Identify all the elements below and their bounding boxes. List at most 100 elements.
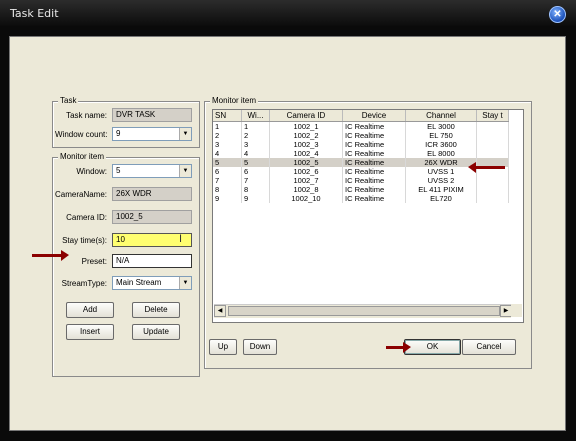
table-row[interactable]: 3 3 1002_3 IC Realtime ICR 3600 [213, 140, 509, 149]
column-header-sn[interactable]: SN [213, 110, 242, 122]
window-title: Task Edit [10, 7, 59, 20]
title-bar: Task Edit ✕ [0, 0, 576, 26]
stream-type-label: StreamType: [61, 279, 107, 288]
table-row[interactable]: 9 9 1002_10 IC Realtime EL720 [213, 194, 509, 203]
cell-window: 7 [241, 176, 270, 185]
cell-device: IC Realtime [342, 121, 406, 131]
window-select[interactable]: 5 ▼ [112, 164, 192, 178]
task-group-title: Task [58, 96, 79, 105]
cell-device: IC Realtime [342, 158, 406, 167]
annotation-arrow-preset [32, 250, 69, 261]
horizontal-scrollbar[interactable]: ◀ ▶ [214, 304, 512, 318]
monitor-item-form-group: Monitor item Window: 5 ▼ CameraName: 26X… [52, 152, 200, 377]
stream-type-value: Main Stream [116, 278, 162, 287]
table-row[interactable]: 8 8 1002_8 IC Realtime EL 411 PIXIM [213, 185, 509, 194]
insert-button[interactable]: Insert [66, 324, 114, 340]
cell-sn: 7 [213, 176, 242, 185]
cell-device: IC Realtime [342, 185, 406, 194]
table-row[interactable]: 1 1 1002_1 IC Realtime EL 3000 [213, 121, 509, 131]
column-header-stay-time[interactable]: Stay t [476, 110, 509, 122]
monitor-list-group-title: Monitor item [210, 96, 259, 105]
task-group: Task Task name: DVR TASK Window count: 9… [52, 96, 200, 148]
delete-button[interactable]: Delete [132, 302, 180, 318]
ok-button[interactable]: OK [404, 339, 461, 355]
cell-channel: EL 411 PIXIM [405, 185, 477, 194]
cell-stay-time [476, 194, 509, 203]
cell-sn: 5 [213, 158, 242, 167]
column-header-device[interactable]: Device [342, 110, 406, 122]
down-button[interactable]: Down [243, 339, 277, 355]
cell-channel: EL 8000 [405, 149, 477, 158]
cell-sn: 4 [213, 149, 242, 158]
cell-camera-id: 1002_2 [269, 131, 343, 140]
scroll-left-icon[interactable]: ◀ [214, 305, 226, 317]
window-label: Window: [76, 167, 107, 176]
cell-device: IC Realtime [342, 140, 406, 149]
task-name-label: Task name: [66, 111, 107, 120]
cell-sn: 8 [213, 185, 242, 194]
table-row[interactable]: 2 2 1002_2 IC Realtime EL 750 [213, 131, 509, 140]
annotation-arrow-ok [386, 342, 411, 353]
cell-channel: EL 3000 [405, 121, 477, 131]
window-count-label: Window count: [55, 130, 108, 139]
chevron-down-icon[interactable]: ▼ [179, 128, 191, 140]
window-count-select[interactable]: 9 ▼ [112, 127, 192, 141]
table-row[interactable]: 4 4 1002_4 IC Realtime EL 8000 [213, 149, 509, 158]
cell-sn: 6 [213, 167, 242, 176]
update-button[interactable]: Update [132, 324, 180, 340]
cell-sn: 2 [213, 131, 242, 140]
cell-device: IC Realtime [342, 176, 406, 185]
cell-camera-id: 1002_5 [269, 158, 343, 167]
cell-stay-time [476, 131, 509, 140]
cancel-button[interactable]: Cancel [462, 339, 516, 355]
stream-type-select[interactable]: Main Stream ▼ [112, 276, 192, 290]
cell-window: 1 [241, 121, 270, 131]
cell-device: IC Realtime [342, 167, 406, 176]
cell-window: 9 [241, 194, 270, 203]
add-button[interactable]: Add [66, 302, 114, 318]
cell-device: IC Realtime [342, 194, 406, 203]
column-header-channel[interactable]: Channel [405, 110, 477, 122]
cell-sn: 9 [213, 194, 242, 203]
cell-camera-id: 1002_4 [269, 149, 343, 158]
monitor-form-group-title: Monitor item [58, 152, 107, 161]
cell-channel: ICR 3600 [405, 140, 477, 149]
cell-sn: 1 [213, 121, 242, 131]
scroll-thumb[interactable] [228, 306, 500, 316]
cell-window: 3 [241, 140, 270, 149]
cell-channel: 26X WDR [405, 158, 477, 167]
chevron-down-icon[interactable]: ▼ [179, 165, 191, 177]
cell-window: 6 [241, 167, 270, 176]
cell-channel: UVSS 1 [405, 167, 477, 176]
monitor-item-table[interactable]: SN Wi... Camera ID Device Channel Stay t… [212, 109, 524, 323]
cell-device: IC Realtime [342, 131, 406, 140]
table-row[interactable]: 7 7 1002_7 IC Realtime UVSS 2 [213, 176, 509, 185]
cell-camera-id: 1002_7 [269, 176, 343, 185]
up-button[interactable]: Up [209, 339, 237, 355]
cell-sn: 3 [213, 140, 242, 149]
cell-camera-id: 1002_6 [269, 167, 343, 176]
window-count-value: 9 [116, 129, 121, 138]
table-header-row: SN Wi... Camera ID Device Channel Stay t [213, 110, 509, 122]
table-row[interactable]: 6 6 1002_6 IC Realtime UVSS 1 [213, 167, 509, 176]
preset-input[interactable]: N/A [112, 254, 192, 268]
table-row[interactable]: 5 5 1002_5 IC Realtime 26X WDR [213, 158, 509, 167]
monitor-table: SN Wi... Camera ID Device Channel Stay t… [213, 110, 509, 203]
close-icon[interactable]: ✕ [549, 6, 566, 23]
cell-camera-id: 1002_8 [269, 185, 343, 194]
camera-id-label: Camera ID: [66, 213, 107, 222]
cell-window: 8 [241, 185, 270, 194]
column-header-window[interactable]: Wi... [241, 110, 270, 122]
column-header-camera-id[interactable]: Camera ID [269, 110, 343, 122]
cell-window: 2 [241, 131, 270, 140]
camera-name-field[interactable]: 26X WDR [112, 187, 192, 201]
cell-window: 5 [241, 158, 270, 167]
annotation-arrow-row [468, 162, 505, 173]
chevron-down-icon[interactable]: ▼ [179, 277, 191, 289]
dialog-client: Task Task name: DVR TASK Window count: 9… [9, 36, 566, 431]
task-name-field[interactable]: DVR TASK [112, 108, 192, 122]
camera-id-field[interactable]: 1002_5 [112, 210, 192, 224]
camera-name-label: CameraName: [55, 190, 108, 199]
cell-channel: EL720 [405, 194, 477, 203]
cell-stay-time [476, 140, 509, 149]
